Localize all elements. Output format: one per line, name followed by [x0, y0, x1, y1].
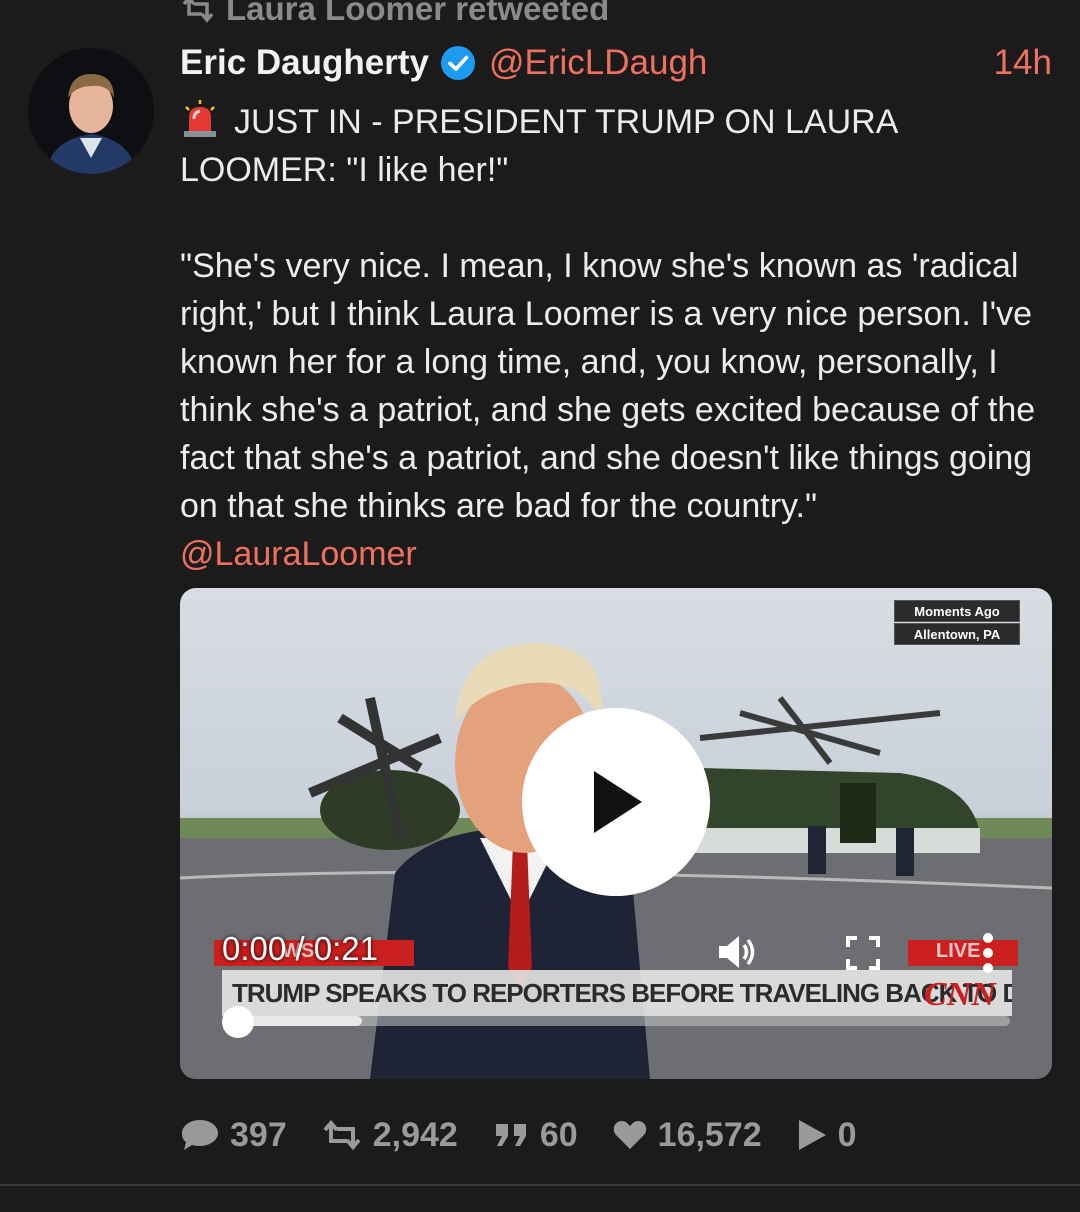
progress-buffered — [238, 1016, 362, 1026]
fullscreen-icon[interactable] — [846, 936, 880, 970]
play-icon — [594, 771, 642, 833]
ticker-text: TRUMP SPEAKS TO REPORTERS BEFORE TRAVELI… — [232, 978, 1012, 1008]
mention-link[interactable]: @LauraLoomer — [180, 535, 417, 573]
retweet-icon — [323, 1119, 361, 1151]
play-views-icon — [798, 1120, 826, 1150]
like-count: 16,572 — [657, 1115, 762, 1154]
divider — [0, 1184, 1080, 1186]
news-ticker: TRUMP SPEAKS TO REPORTERS BEFORE TRAVELI… — [222, 970, 1012, 1016]
progress-thumb[interactable] — [222, 1006, 254, 1038]
play-button[interactable] — [522, 708, 710, 896]
action-bar: 397 2,942 60 16,572 0 — [180, 1112, 891, 1158]
quote-count: 60 — [539, 1115, 578, 1154]
tweet-header: Eric Daugherty @EricLDaugh 14h — [180, 38, 1052, 88]
volume-icon[interactable] — [715, 932, 759, 972]
reply-icon — [182, 1120, 218, 1150]
video-player[interactable]: Moments Ago Allentown, PA WS LIVE TRUMP … — [180, 588, 1052, 1079]
tweet-quote-paragraph: "She's very nice. I mean, I know she's k… — [180, 242, 1060, 578]
avatar[interactable] — [28, 48, 154, 174]
tweet-body: JUST IN - PRESIDENT TRUMP ON LAURA LOOME… — [180, 98, 1060, 578]
retweet-button[interactable]: 2,942 — [321, 1116, 458, 1155]
police-siren-emoji — [184, 100, 216, 137]
retweet-banner[interactable]: Laura Loomer retweeted — [180, 0, 609, 32]
overlay-moments-ago: Moments Ago — [894, 600, 1020, 622]
reply-button[interactable]: 397 — [180, 1116, 287, 1155]
quote-icon — [495, 1124, 526, 1146]
heart-icon — [613, 1121, 646, 1149]
views-button[interactable]: 0 — [796, 1116, 857, 1155]
tweet-timestamp[interactable]: 14h — [994, 43, 1052, 83]
tweet-headline: JUST IN - PRESIDENT TRUMP ON LAURA LOOME… — [180, 98, 1060, 194]
live-tag: LIVE — [908, 940, 1018, 966]
reply-count: 397 — [230, 1115, 287, 1154]
author-name[interactable]: Eric Daugherty — [180, 43, 429, 83]
views-count: 0 — [837, 1115, 857, 1154]
retweet-count: 2,942 — [372, 1115, 458, 1154]
tweet-line1: JUST IN - PRESIDENT TRUMP ON LAURA LOOME… — [180, 103, 897, 189]
tweet-quote: "She's very nice. I mean, I know she's k… — [180, 247, 1036, 525]
overlay-location: Allentown, PA — [894, 623, 1020, 645]
more-vertical-icon[interactable] — [980, 932, 996, 974]
time-readout: 0:00 / 0:21 — [222, 930, 378, 967]
network-logo: CNN — [924, 976, 996, 1013]
retweet-icon — [182, 0, 214, 23]
quote-button[interactable]: 60 — [492, 1116, 578, 1155]
avatar-image — [28, 48, 154, 174]
author-handle[interactable]: @EricLDaugh — [489, 43, 707, 83]
verified-badge-icon — [440, 46, 475, 80]
retweet-banner-text: Laura Loomer retweeted — [226, 0, 610, 27]
like-button[interactable]: 16,572 — [612, 1116, 762, 1155]
